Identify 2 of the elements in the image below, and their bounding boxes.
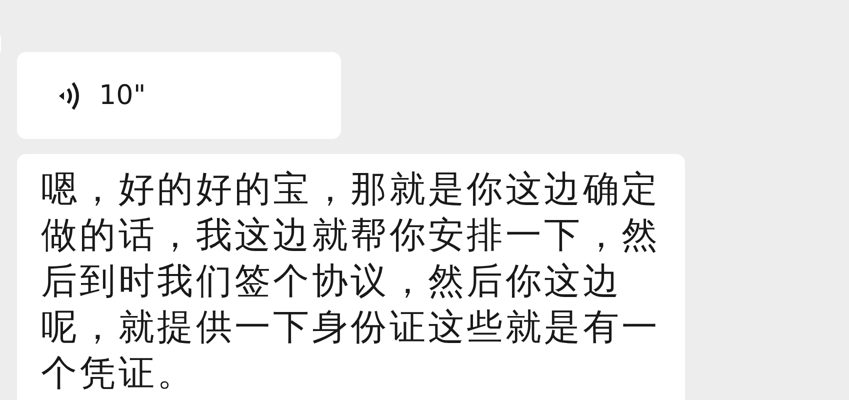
voice-duration: 10"	[99, 80, 146, 111]
message-text: 嗯，好的好的宝，那就是你这边确定做的话，我这边就帮你安排一下，然后到时我们签个协议，然后你这边呢，就提供一下身份证这些就是有一个凭证。	[41, 169, 660, 394]
